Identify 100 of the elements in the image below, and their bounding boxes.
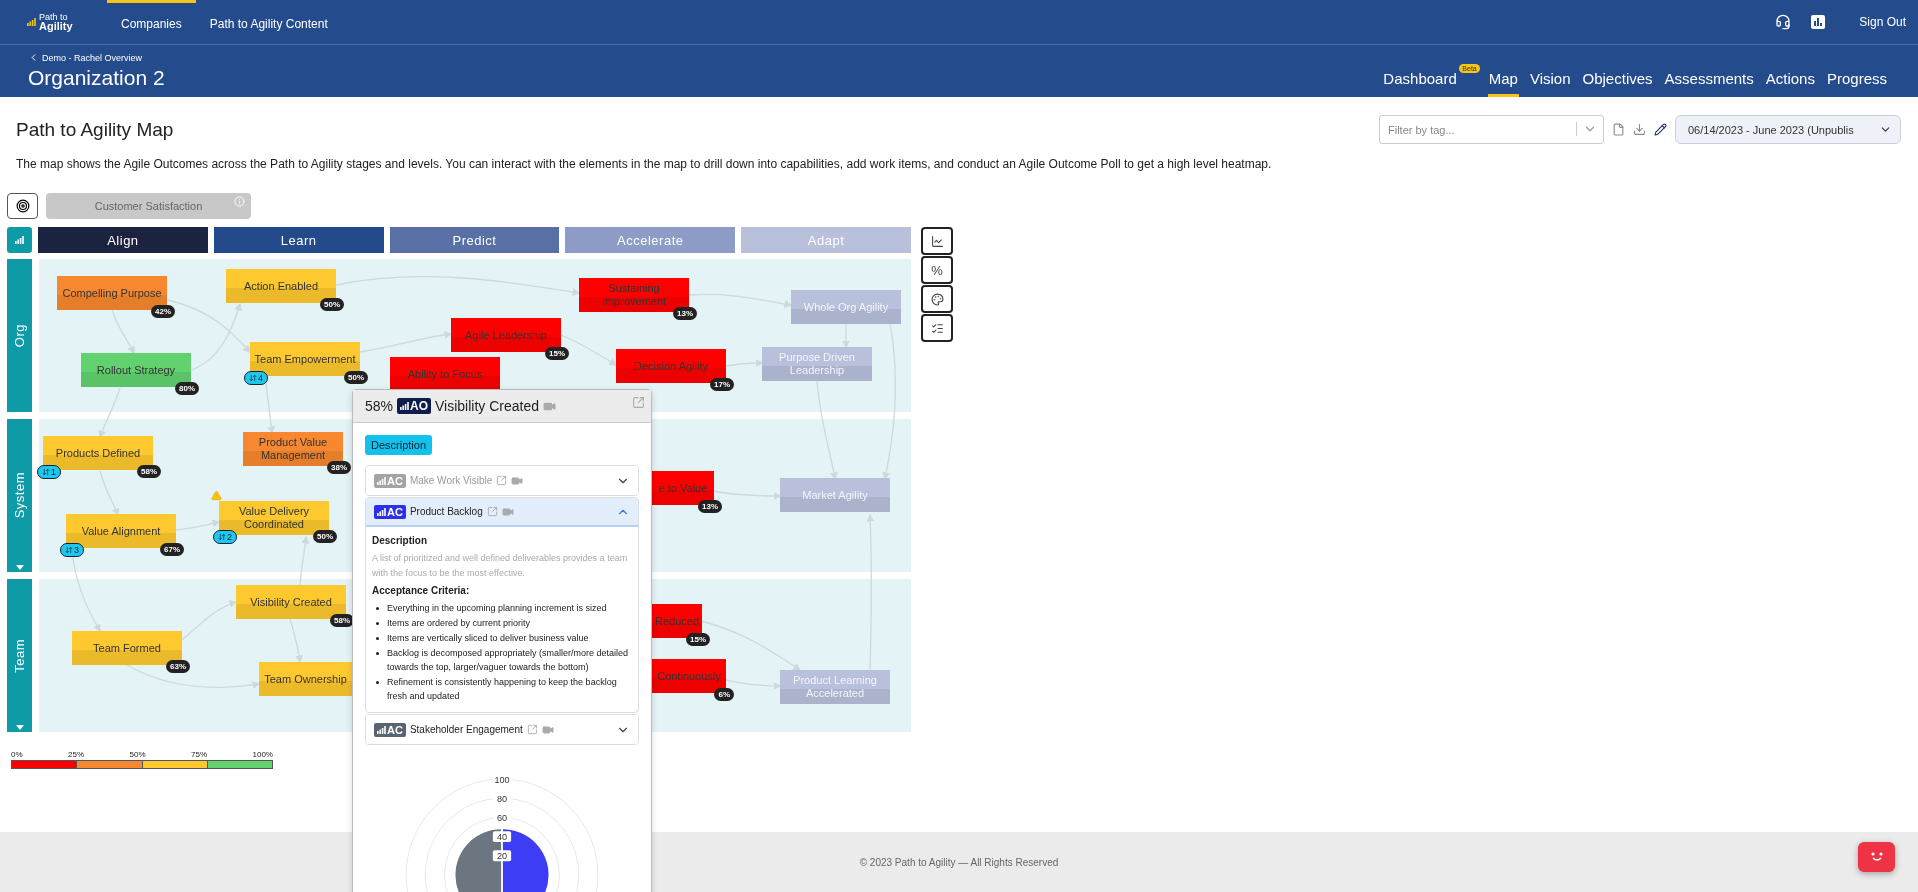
bullet-dot — [376, 607, 379, 610]
nav-tab[interactable]: Progress — [1825, 70, 1888, 97]
percent-badge: 63% — [166, 660, 190, 673]
count-badge[interactable]: 2 — [213, 530, 237, 544]
level-label: System — [12, 472, 27, 519]
checklist-button[interactable] — [921, 314, 953, 342]
caret-down-icon[interactable] — [15, 725, 24, 730]
connector-arrow — [98, 387, 121, 439]
outcome-node[interactable]: Team Empowerment — [250, 342, 360, 376]
outcome-node[interactable]: Visibility Created — [236, 585, 346, 619]
nav-tab[interactable]: Objectives — [1581, 70, 1654, 97]
criteria-item: Backlog is decomposed appropriately (smaller/more detailed towards the top, larger/vaguer towards the bottom) — [387, 647, 630, 674]
stage-header: Predict — [389, 227, 560, 253]
checklist-icon — [930, 321, 944, 335]
external-link-icon[interactable] — [632, 396, 645, 409]
chart-button[interactable] — [921, 227, 953, 255]
bullet-dot — [376, 622, 379, 625]
capability-header[interactable]: AC Product Backlog — [366, 498, 638, 527]
connector-arrow — [726, 359, 764, 367]
line-chart-icon — [930, 234, 944, 248]
stage-header: Adapt — [741, 227, 911, 253]
percent-badge: 80% — [175, 382, 199, 395]
document-icon[interactable] — [1612, 123, 1625, 136]
outcome-node[interactable]: Value Alignment — [66, 514, 176, 548]
info-icon — [234, 196, 245, 207]
capability-label: Stakeholder Engagement — [409, 724, 523, 735]
outcome-title: Visibility Created — [435, 398, 540, 414]
details-text: A list of prioritized and well defined deliverables provides a team with the focus to be the most effective. — [372, 552, 629, 580]
connector-arrow — [842, 322, 850, 349]
outcome-badge: AO — [397, 398, 432, 414]
pencil-icon[interactable] — [1654, 123, 1667, 136]
percent-badge: 50% — [320, 298, 344, 311]
bars-icon — [27, 18, 36, 26]
connector-arrow — [289, 618, 303, 664]
outcome-node[interactable]: Compelling Purpose — [57, 276, 167, 310]
description-tab[interactable]: Description — [365, 435, 433, 455]
sort-icon — [42, 468, 50, 476]
bullet-dot — [376, 637, 379, 640]
copyright-text: © 2023 Path to Agility — All Rights Reserved — [859, 856, 1059, 868]
nav-tab[interactable]: Actions — [1764, 70, 1816, 97]
map-description: The map shows the Agile Outcomes across the Path to Agility stages and levels. You can interact with the elements in the map to drill down into capabilities, add work items, and conduct an Agile Outcome Poll to get a high level heatmap. — [16, 156, 1273, 172]
count-badge[interactable]: 4 — [244, 371, 268, 385]
palette-button[interactable] — [921, 285, 953, 313]
video-icon[interactable] — [541, 723, 554, 736]
bars-icon — [377, 725, 386, 734]
target-button[interactable] — [7, 193, 38, 219]
outcome-node[interactable]: Action Enabled — [226, 269, 336, 303]
capability-header[interactable]: AC Stakeholder Engagement — [366, 715, 638, 744]
outcome-node[interactable]: Team Formed — [72, 631, 182, 665]
outcome-node[interactable]: Rollout Strategy — [81, 353, 191, 387]
tick-label: 40 — [496, 832, 508, 843]
capability-badge: AC — [374, 722, 406, 737]
stage-header: Accelerate — [565, 227, 736, 253]
count-badge[interactable]: 3 — [60, 543, 84, 557]
caret-down-icon[interactable] — [15, 565, 24, 570]
percent-badge: 13% — [673, 307, 697, 320]
connector-arrow — [111, 308, 135, 355]
connector-arrow — [99, 470, 120, 517]
capability-badge: AC — [374, 473, 406, 488]
legend-label: 100% — [252, 750, 273, 759]
nav-link[interactable]: Path to Agility Content — [195, 0, 342, 44]
sort-icon — [65, 546, 73, 554]
criteria-item: Items are ordered by current priority — [387, 617, 531, 630]
level-label: Org — [12, 323, 27, 348]
external-link-icon[interactable] — [526, 724, 538, 735]
nav-tab[interactable]: Vision — [1528, 70, 1572, 97]
tag-filter-field[interactable]: Filter by tag... — [1379, 115, 1604, 144]
download-icon[interactable] — [1633, 123, 1646, 136]
tick-label: 100 — [494, 774, 510, 785]
nav-tab[interactable]: Assessments — [1663, 70, 1755, 97]
criteria-item: Items are vertically sliced to deliver business value — [387, 632, 589, 645]
period-select[interactable]: 06/14/2023 - June 2023 (Unpublis — [1675, 115, 1901, 144]
stage-header: Align — [38, 227, 208, 253]
external-link-icon[interactable] — [486, 506, 498, 517]
target-icon — [15, 199, 30, 213]
percent-badge: 50% — [344, 371, 368, 384]
percent-badge: 6% — [714, 688, 734, 701]
bullet-dot — [376, 652, 379, 655]
back-link[interactable]: Demo - Rachel Overview — [28, 52, 165, 63]
outcome-node[interactable]: Product Value Management — [243, 432, 343, 466]
criteria-item: Everything in the upcoming planning increment is sized — [387, 602, 607, 615]
percent-badge: 13% — [698, 500, 722, 513]
palette-icon — [930, 292, 944, 306]
organization-title: Organization 2 — [28, 66, 165, 90]
sign-out-link[interactable]: Sign Out — [1859, 0, 1906, 44]
percent-badge: 17% — [710, 378, 734, 391]
outcome-node[interactable]: Products Defined — [43, 436, 153, 470]
legend-label: 75% — [191, 750, 207, 759]
focus-filter-button[interactable]: Customer Satisfaction — [46, 193, 251, 219]
outcome-node[interactable]: Value Delivery Coordinated — [219, 501, 329, 535]
chat-button[interactable] — [1858, 842, 1895, 872]
count-badge[interactable]: 1 — [37, 465, 61, 479]
criteria-heading: Acceptance Criteria: — [372, 585, 471, 596]
outcome-node[interactable]: Team Ownership — [259, 662, 352, 696]
capability-label: Product Backlog — [409, 506, 483, 517]
nav-tab[interactable]: Map — [1487, 70, 1519, 97]
outcome-percent: 58% — [365, 398, 394, 414]
percent-button[interactable]: % — [921, 256, 953, 284]
logo-text[interactable]: Path to Agility — [39, 12, 79, 32]
video-icon[interactable] — [501, 505, 514, 518]
